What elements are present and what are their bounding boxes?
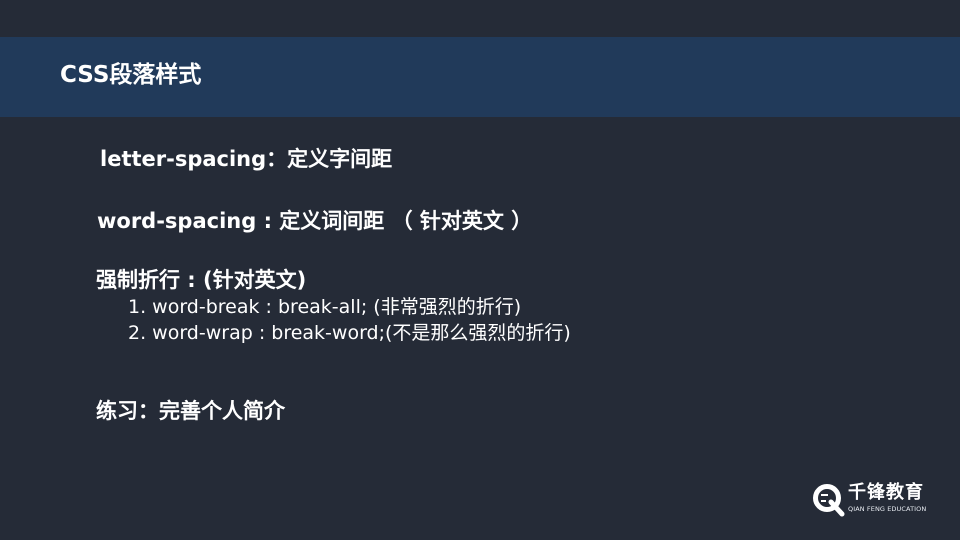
title-bar: CSS段落样式 xyxy=(0,37,960,117)
word-break-item: 1. word-break : break-all; (非常强烈的折行) xyxy=(128,296,522,318)
word-wrap-item: 2. word-wrap : break-word;(不是那么强烈的折行) xyxy=(128,322,571,344)
word-spacing-line: word-spacing : 定义词间距 （ 针对英文 ） xyxy=(97,209,533,233)
force-wrap-heading: 强制折行 : (针对英文) xyxy=(96,268,307,292)
letter-spacing-line: letter-spacing：定义字间距 xyxy=(100,147,393,171)
slide-title: CSS段落样式 xyxy=(60,62,202,88)
slide: CSS段落样式 letter-spacing：定义字间距 word-spacin… xyxy=(0,0,960,540)
qianfeng-logo: 千锋教育 QIAN FENG EDUCATION xyxy=(811,480,941,520)
exercise-line: 练习：完善个人简介 xyxy=(96,399,285,423)
logo-name: 千锋教育 xyxy=(848,482,924,503)
qianfeng-logo-icon xyxy=(813,484,845,517)
logo-subtitle: QIAN FENG EDUCATION xyxy=(848,505,927,513)
